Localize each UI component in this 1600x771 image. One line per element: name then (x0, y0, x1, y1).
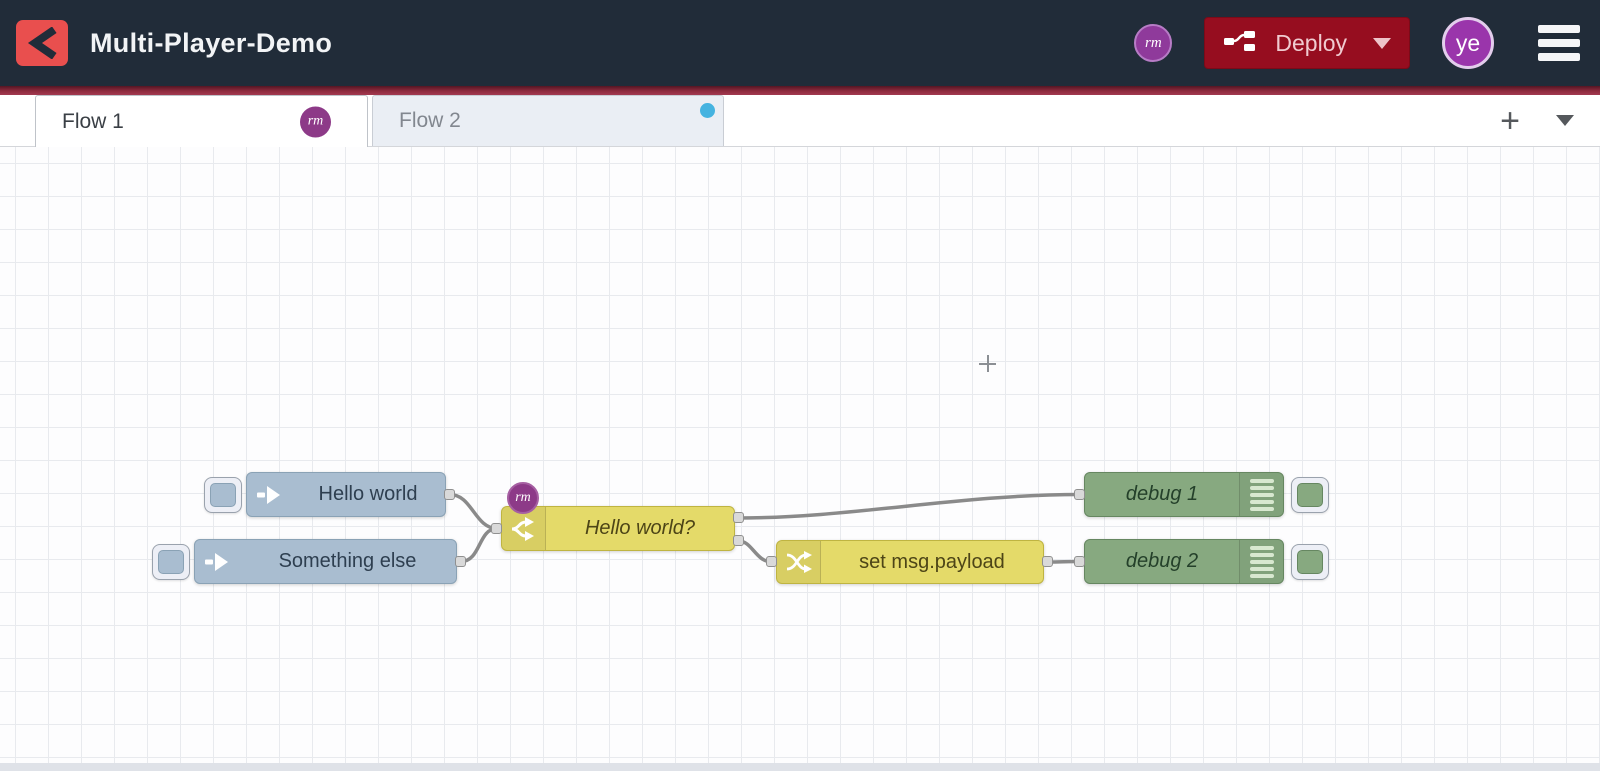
node-debug-1[interactable]: debug 1 (1084, 472, 1284, 517)
deploy-options-caret-icon[interactable] (1373, 37, 1391, 49)
tab-flow-2-label: Flow 2 (399, 109, 461, 132)
inject-icon (195, 540, 239, 583)
tab-flow-1[interactable]: Flow 1 rm (35, 95, 368, 147)
flow-tabbar: Flow 1 rm Flow 2 + (0, 95, 1600, 147)
change-icon (777, 541, 821, 583)
debug-toggle-button[interactable] (1291, 544, 1329, 580)
mouse-cursor-crosshair (979, 355, 996, 372)
inject-icon (247, 473, 291, 516)
app-logo-icon[interactable] (16, 20, 68, 66)
port-out-inject1[interactable] (444, 489, 455, 500)
deploy-label: Deploy (1275, 29, 1347, 56)
node-label: set msg.payload (859, 550, 1005, 573)
deploy-button[interactable]: Deploy (1204, 17, 1410, 69)
node-debug-2[interactable]: debug 2 (1084, 539, 1284, 584)
port-out-switch-1[interactable] (733, 512, 744, 523)
debug-toggle-button[interactable] (1291, 477, 1329, 513)
debug-icon (1239, 473, 1283, 516)
node-change-set-payload[interactable]: set msg.payload (776, 540, 1044, 584)
port-in-debug1[interactable] (1074, 489, 1085, 500)
node-label: Hello world (318, 483, 418, 505)
collaborator-avatar[interactable]: rm (1134, 24, 1173, 62)
main-menu-icon[interactable] (1538, 25, 1580, 61)
debug-icon (1239, 540, 1283, 583)
deploy-icon (1223, 28, 1257, 59)
flow-list-dropdown-icon[interactable] (1556, 115, 1574, 126)
port-in-change[interactable] (766, 556, 777, 567)
collaborator-node-badge: rm (507, 482, 539, 514)
wire-switch-debug1 (737, 492, 1082, 520)
tab-flow-2[interactable]: Flow 2 (372, 95, 724, 146)
node-label: Something else (278, 550, 417, 572)
flow-wires (448, 492, 1082, 564)
unsaved-changes-dot (700, 103, 715, 118)
inject-button[interactable] (204, 477, 242, 513)
wire-inject1-switch (448, 492, 499, 531)
port-in-switch[interactable] (491, 523, 502, 534)
port-out-switch-2[interactable] (733, 535, 744, 546)
canvas-bottom-scroll-strip[interactable] (0, 763, 1600, 771)
node-label: debug 2 (1125, 550, 1199, 572)
page-title: Multi-Player-Demo (90, 27, 333, 58)
node-inject-something-else[interactable]: Something else (194, 539, 457, 584)
tab-flow-1-label: Flow 1 (62, 109, 124, 133)
add-flow-button[interactable]: + (1500, 104, 1520, 138)
flow-canvas[interactable]: Hello world Something else Hello world? … (0, 147, 1600, 771)
node-inject-hello-world[interactable]: Hello world (246, 472, 446, 517)
port-out-inject2[interactable] (455, 556, 466, 567)
port-out-change[interactable] (1042, 556, 1053, 567)
inject-button[interactable] (152, 544, 190, 580)
node-switch-hello-world[interactable]: Hello world? (501, 506, 735, 551)
app-header: Multi-Player-Demo rm Deploy ye (0, 0, 1600, 86)
tab-collaborator-badge: rm (300, 106, 331, 137)
node-label: Hello world? (584, 517, 696, 539)
user-avatar[interactable]: ye (1442, 17, 1494, 69)
port-in-debug2[interactable] (1074, 556, 1085, 567)
header-accent-line (0, 86, 1600, 95)
node-label: debug 1 (1125, 483, 1199, 505)
